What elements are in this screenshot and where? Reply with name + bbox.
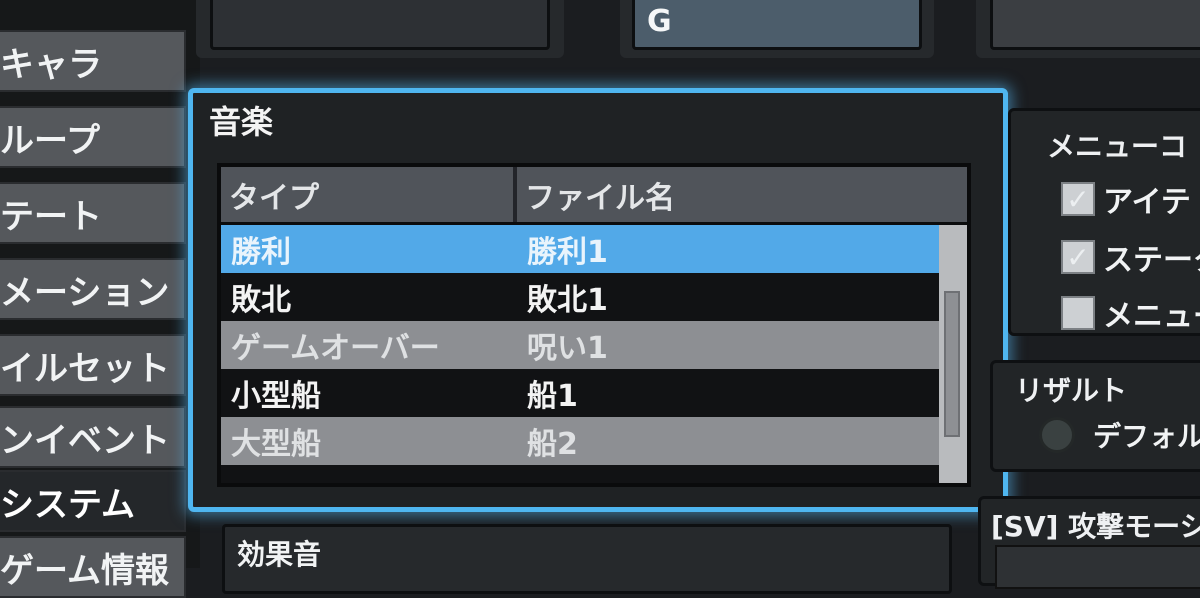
result-default-label: デフォル: [1093, 420, 1200, 453]
text-field[interactable]: [990, 0, 1200, 50]
cell-type: 敗北: [231, 283, 291, 318]
sidebar-item-character[interactable]: キャラ: [0, 30, 186, 92]
cell-file: 船2: [527, 427, 578, 462]
cell-file: 敗北1: [527, 283, 608, 318]
result-panel: リザルト デフォル: [990, 360, 1200, 472]
list-row-game-over[interactable]: ゲームオーバー 呪い1: [221, 321, 939, 369]
menu-option-status[interactable]: ✓ ステータ: [1061, 235, 1200, 279]
checkbox-checked[interactable]: ✓: [1061, 182, 1095, 216]
cell-type: 勝利: [231, 235, 291, 270]
result-title: リザルト: [1015, 374, 1128, 407]
cell-file: 船1: [527, 379, 578, 414]
list-row-defeat[interactable]: 敗北 敗北1: [221, 273, 939, 321]
result-default-option[interactable]: デフォル: [1039, 415, 1200, 455]
sidebar-item-state[interactable]: テート: [0, 182, 186, 244]
cell-type: 大型船: [231, 427, 321, 462]
music-group-title: 音楽: [209, 103, 274, 141]
sidebar-item-group[interactable]: ループ: [0, 106, 186, 168]
currency-unit-value: G: [647, 3, 672, 39]
currency-unit-field[interactable]: G: [632, 0, 922, 50]
sidebar-item-game-info[interactable]: ゲーム情報: [0, 536, 186, 598]
sidebar: キャラ ループ テート メーション イルセット ンイベント システム ゲーム情報: [0, 0, 200, 598]
sidebar-item-label: ゲーム情報: [0, 550, 169, 591]
menu-option-menu[interactable]: メニュー: [1061, 291, 1200, 335]
check-icon: ✓: [1066, 182, 1090, 216]
sidebar-item-animation[interactable]: メーション: [0, 258, 186, 320]
checkbox-unchecked[interactable]: [1061, 296, 1095, 330]
music-list[interactable]: タイプ ファイル名 勝利 勝利1 敗北 敗北1 ゲームオーバー 呪い1 小型船 …: [217, 163, 971, 487]
scrollbar-thumb[interactable]: [944, 291, 960, 437]
list-scrollbar[interactable]: [939, 225, 967, 483]
column-header-filename[interactable]: ファイル名: [517, 167, 967, 222]
sv-attack-motion-title: [SV] 攻撃モーショ: [991, 510, 1200, 543]
sidebar-item-label: キャラ: [0, 44, 102, 85]
sidebar-item-tileset[interactable]: イルセット: [0, 334, 186, 396]
menu-option-menu-label: メニュー: [1103, 299, 1200, 334]
cell-type: ゲームオーバー: [231, 331, 440, 366]
sidebar-item-label: メーション: [0, 272, 170, 313]
list-row-boat[interactable]: 小型船 船1: [221, 369, 939, 417]
menu-commands-title: メニューコ: [1047, 130, 1188, 163]
menu-commands-panel: メニューコ ✓ アイテ ✓ ステータ メニュー: [1008, 108, 1200, 336]
music-group: 音楽 タイプ ファイル名 勝利 勝利1 敗北 敗北1 ゲームオーバー 呪い1 小…: [188, 88, 1008, 512]
sidebar-item-label: システム: [0, 484, 135, 525]
menu-option-status-label: ステータ: [1103, 243, 1200, 278]
menu-option-item[interactable]: ✓ アイテ: [1061, 177, 1191, 221]
sound-effects-title: 効果音: [237, 538, 322, 571]
sidebar-item-system[interactable]: システム: [0, 470, 186, 532]
cell-type: 小型船: [231, 379, 321, 414]
cell-file: 勝利1: [527, 235, 608, 270]
sidebar-item-label: ループ: [0, 120, 100, 161]
sv-attack-motion-panel: [SV] 攻撃モーショ: [978, 496, 1200, 589]
list-rows: 勝利 勝利1 敗北 敗北1 ゲームオーバー 呪い1 小型船 船1 大型船 船2: [221, 225, 939, 465]
check-icon: ✓: [1066, 240, 1090, 274]
sidebar-item-label: ンイベント: [0, 420, 170, 461]
sound-effects-group: 効果音: [222, 524, 952, 594]
sv-attack-motion-field[interactable]: [995, 545, 1200, 589]
sidebar-item-label: テート: [0, 196, 102, 237]
menu-option-item-label: アイテ: [1103, 185, 1191, 220]
checkbox-checked[interactable]: ✓: [1061, 240, 1095, 274]
list-row-ship[interactable]: 大型船 船2: [221, 417, 939, 465]
cell-file: 呪い1: [527, 331, 608, 366]
list-row-victory[interactable]: 勝利 勝利1: [221, 225, 939, 273]
column-header-type[interactable]: タイプ: [221, 167, 517, 222]
sidebar-item-common-event[interactable]: ンイベント: [0, 406, 186, 468]
sidebar-item-label: イルセット: [0, 348, 170, 389]
text-field[interactable]: [210, 0, 550, 50]
radio-button[interactable]: [1039, 417, 1075, 453]
list-header: タイプ ファイル名: [221, 167, 967, 225]
